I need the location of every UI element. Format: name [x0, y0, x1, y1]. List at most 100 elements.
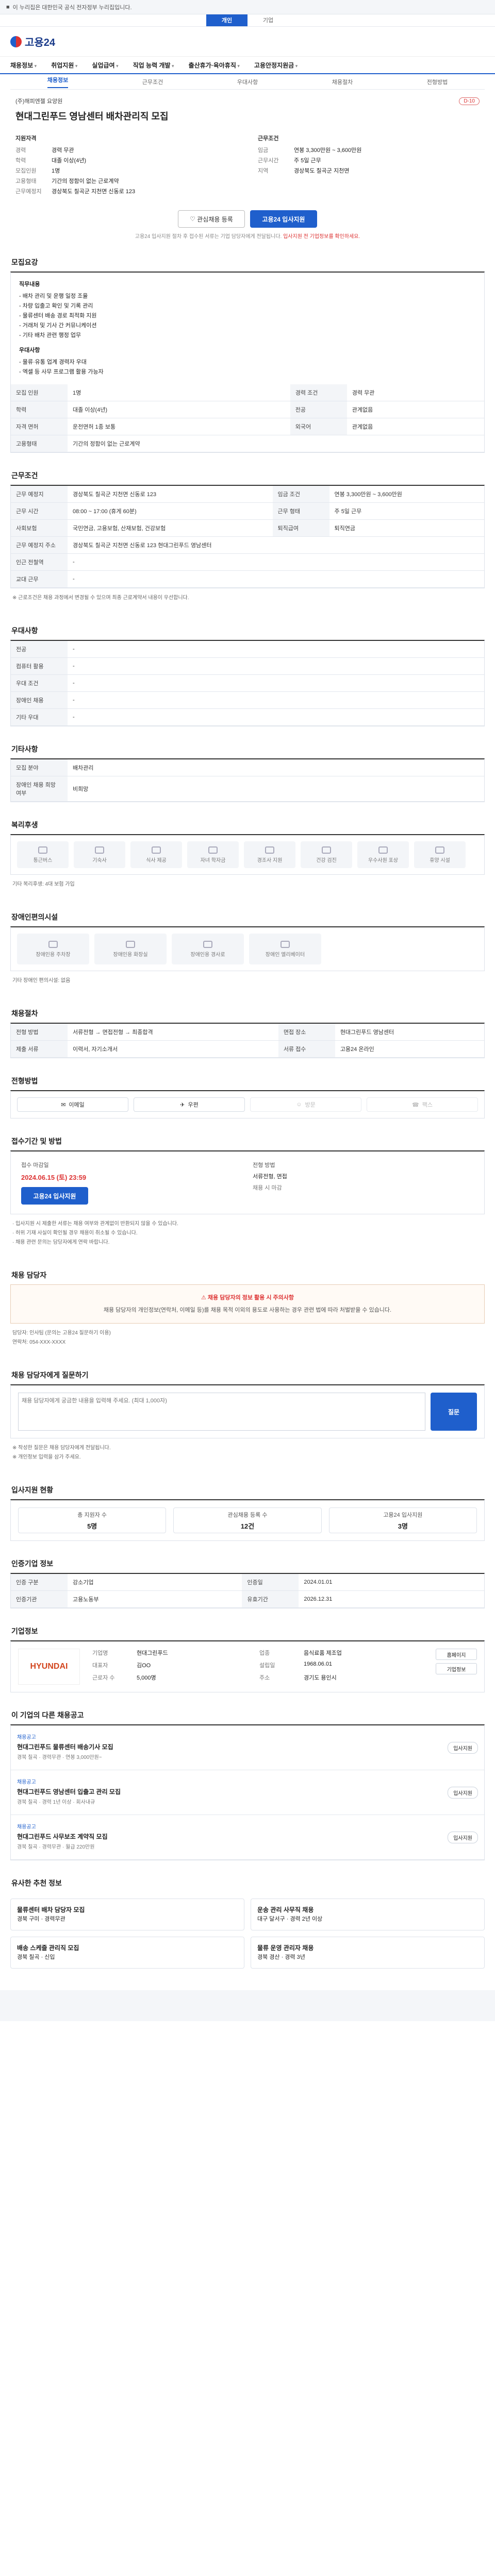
tab-preference[interactable]: 우대사항: [237, 78, 258, 86]
section-title: 채용 담당자: [11, 1271, 47, 1279]
similar-card[interactable]: 배송 스케줄 관리직 모집 경북 칠곡 · 신입: [10, 1937, 244, 1969]
list-item[interactable]: 채용공고 현대그린푸드 물류센터 배송기사 모집 경북 칠곡 · 경력무관 · 연봉…: [11, 1725, 484, 1770]
facility-item: 장애인용 경사로: [172, 934, 244, 964]
table-row: 컴퓨터 활용 -: [11, 657, 484, 675]
similar-cards: 물류센터 배차 담당자 모집 경북 구미 · 경력무관 운송 관리 사무직 채용 대…: [10, 1892, 485, 1975]
table-header: 사회보험: [11, 519, 68, 537]
tab-enterprise[interactable]: 기업: [248, 14, 289, 26]
section-title: 장애인편의시설: [11, 913, 58, 921]
tab-conditions[interactable]: 근무조건: [142, 78, 163, 86]
deadline-grid: 접수 마감일 2024.06.15 (토) 23:59 고용24 입사지원 전형…: [11, 1151, 484, 1214]
company-box: HYUNDAI 기업명 현대그린푸드 업종 음식료품 제조업 대표자 김OO 설립일 1…: [10, 1640, 485, 1692]
summary-right: 근무조건 임금 연봉 3,300만원 ~ 3,600만원 근무시간 주 5일 근무 …: [258, 130, 480, 197]
table-row: 기타 우대 -: [11, 708, 484, 726]
similar-card[interactable]: 물류센터 배차 담당자 모집 경북 구미 · 경력무관: [10, 1899, 244, 1930]
section-certification: 인증기업 정보 인증 구분 강소기업 인증일 2024.01.01 인증기관 고용노동부…: [10, 1558, 485, 1608]
table-header: 유효기간: [242, 1590, 299, 1608]
welfare-box: 통근버스 기숙사 식사 제공 자녀 학자금 경조사 지원 건강 검진 우수사원 …: [10, 834, 485, 875]
list-item[interactable]: 채용공고 현대그린푸드 사무보조 계약직 모집 경북 칠곡 · 경력무관 · 월급 …: [11, 1815, 484, 1860]
company-name[interactable]: (주)해피엔젤 요양원: [15, 97, 62, 105]
section-manager: 채용 담당자 ⚠ 채용 담당자의 정보 활용 시 주의사항 채용 담당자의 개인…: [10, 1270, 485, 1352]
nav-item-benefit[interactable]: 실업급여: [92, 61, 118, 70]
process-table: 전형 방법 서류전형 → 면접전형 → 최종합격 면접 장소 현대그린푸드 영남센터 …: [11, 1024, 484, 1058]
deadline-note: · 허위 기재 사실이 확인될 경우 채용이 취소될 수 있습니다.: [12, 1230, 138, 1236]
job-title-link[interactable]: 현대그린푸드 물류센터 배송기사 모집: [17, 1742, 113, 1751]
user-type-tabs: 개인 기업: [0, 14, 495, 27]
recruit-line: - 엑셀 등 사무 프로그램 활용 가능자: [19, 369, 104, 375]
welfare-label: 자녀 학자금: [200, 857, 226, 863]
company-detail-button[interactable]: 기업정보: [436, 1663, 477, 1674]
summary-row: 지역 경상북도 칠곡군 지천면: [258, 166, 480, 176]
deadline-apply-button[interactable]: 고용24 입사지원: [21, 1187, 88, 1205]
table-row: 사회보험 국민연금, 고용보험, 산재보험, 건강보험 퇴직급여 퇴직연금: [11, 519, 484, 537]
deadline-label: 접수 마감일: [21, 1162, 49, 1168]
table-cell: 관계없음: [346, 401, 484, 418]
deadline-sub: 채용 시 마감: [253, 1185, 282, 1191]
other-apply-button[interactable]: 입사지원: [448, 1786, 478, 1799]
nav-item-leave[interactable]: 출산휴가·육아휴직: [189, 61, 240, 70]
welfare-label: 경조사 지원: [257, 857, 283, 863]
status-label: 총 지원자 수: [77, 1512, 107, 1518]
welfare-item: 자녀 학자금: [187, 841, 239, 868]
gov-banner: ■ 이 누리집은 대한민국 공식 전자정부 누리집입니다.: [0, 0, 495, 14]
mail-icon: ✉: [61, 1101, 66, 1108]
table-header: 모집 인원: [11, 384, 68, 401]
nav-item-training[interactable]: 직업 능력 개발: [133, 61, 174, 70]
trophy-icon: [378, 846, 388, 854]
summary-value: 경력 무관: [52, 147, 74, 154]
apply-button[interactable]: 고용24 입사지원: [250, 210, 317, 228]
summary-key: 고용형태: [15, 178, 37, 184]
job-title-link[interactable]: 현대그린푸드 사무보조 계약직 모집: [17, 1832, 108, 1841]
nav-item-support[interactable]: 취업지원: [51, 61, 77, 70]
section-title: 입사지원 현황: [11, 1486, 54, 1494]
similar-card[interactable]: 운송 관리 사무직 채용 대구 달서구 · 경력 2년 이상: [251, 1899, 485, 1930]
other-apply-button[interactable]: 입사지원: [448, 1741, 478, 1754]
apply-actions: ♡ 관심채용 등록 고용24 입사지원: [10, 197, 485, 232]
table-cell: 퇴직연금: [329, 519, 484, 537]
list-item[interactable]: 채용공고 현대그린푸드 영남센터 입출고 관리 모집 경북 칠곡 · 경력 1년 이…: [11, 1770, 484, 1815]
nav-item-jobs[interactable]: 채용정보: [10, 61, 37, 70]
welfare-label: 기숙사: [92, 857, 107, 863]
parking-icon: [48, 940, 58, 948]
table-cell: 2026.12.31: [299, 1590, 484, 1608]
table-header: 장애인 채용 희망 여부: [11, 776, 68, 802]
bus-icon: [38, 846, 47, 854]
tab-personal[interactable]: 개인: [206, 14, 248, 26]
table-cell: 주 5일 근무: [329, 502, 484, 520]
inquiry-textarea[interactable]: [18, 1393, 425, 1431]
company-key: 기업명: [92, 1650, 108, 1656]
site-logo[interactable]: 고용24: [10, 34, 55, 49]
similar-card[interactable]: 물류 운영 관리자 채용 경북 경산 · 경력 3년: [251, 1937, 485, 1969]
inquiry-submit-button[interactable]: 질문: [431, 1393, 477, 1431]
other-apply-button[interactable]: 입사지원: [448, 1831, 478, 1843]
summary-value: 주 5일 근무: [294, 158, 321, 164]
table-header: 근무 예정지: [11, 486, 68, 503]
similar-title: 물류 운영 관리자 채용: [257, 1944, 314, 1952]
summary-key: 학력: [15, 158, 26, 164]
section-process: 채용절차 전형 방법 서류전형 → 면접전형 → 최종합격 면접 장소 현대그린푸드 …: [10, 1008, 485, 1058]
resort-icon: [435, 846, 444, 854]
homepage-button[interactable]: 홈페이지: [436, 1649, 477, 1660]
tab-recruit[interactable]: 채용정보: [47, 76, 69, 88]
health-icon: [322, 846, 331, 854]
table-cell: 현대그린푸드 영남센터: [335, 1024, 484, 1041]
tab-process[interactable]: 채용절차: [332, 78, 353, 86]
company-key: 대표자: [92, 1663, 108, 1669]
job-title-link[interactable]: 현대그린푸드 영남센터 입출고 관리 모집: [17, 1787, 121, 1796]
tab-method[interactable]: 전형방법: [427, 78, 448, 86]
save-job-label: 관심채용 등록: [197, 215, 233, 223]
table-header: 고용형태: [11, 435, 68, 452]
company-kv: 기업명 현대그린푸드 업종 음식료품 제조업 대표자 김OO 설립일 1968.06.0…: [92, 1649, 423, 1682]
other-job-info: 채용공고 현대그린푸드 영남센터 입출고 관리 모집 경북 칠곡 · 경력 1년 이…: [17, 1777, 121, 1807]
company-key: 근로자 수: [92, 1675, 115, 1681]
method-visit: ☺ 방문: [250, 1097, 361, 1112]
section-title: 복리후생: [11, 821, 38, 829]
table-row: 모집 인원 1명 경력 조건 경력 무관: [11, 384, 484, 401]
save-job-button[interactable]: ♡ 관심채용 등록: [178, 210, 245, 228]
apply-notice-warning[interactable]: 입사지원 전 기업정보를 확인하세요.: [283, 234, 360, 240]
table-cell: 운전면허 1종 보통: [68, 418, 290, 435]
job-tag: 채용공고: [17, 1735, 36, 1740]
table-header: 인증기관: [11, 1590, 68, 1608]
table-cell: -: [68, 691, 484, 709]
nav-item-subsidy[interactable]: 고용안정지원금: [254, 61, 298, 70]
